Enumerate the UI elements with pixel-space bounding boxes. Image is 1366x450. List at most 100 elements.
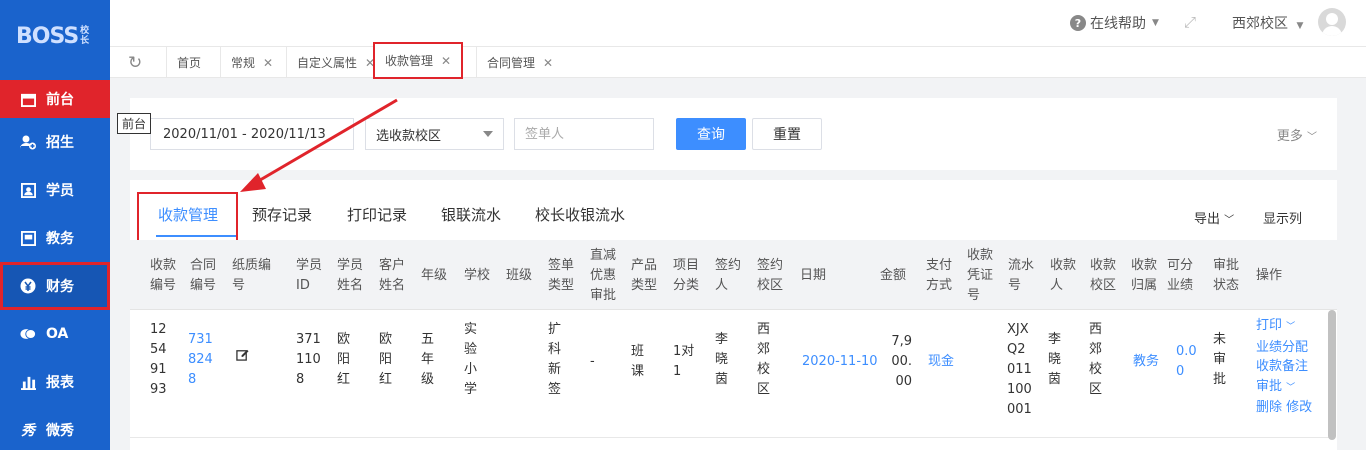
cell-student-name: 欧阳红 xyxy=(337,332,351,387)
cell-amount: 7,900.00 xyxy=(891,334,912,389)
close-icon[interactable]: ✕ xyxy=(543,56,553,70)
reset-button[interactable]: 重置 xyxy=(752,118,822,150)
cell-date[interactable]: 2020-11-10 xyxy=(802,352,878,372)
th-grade: 年级 xyxy=(421,268,448,283)
sidebar-item-students[interactable]: 学员 xyxy=(0,166,110,214)
export-button[interactable]: 导出 ﹀ xyxy=(1194,208,1234,227)
cell-actions: 打印 ﹀ 业绩分配 收款备注 审批 ﹀ 删除 修改 xyxy=(1256,316,1328,418)
avatar[interactable] xyxy=(1318,8,1346,36)
caret-down-icon: ▼ xyxy=(1296,21,1304,31)
th-date: 日期 xyxy=(800,268,827,283)
th-contract-no: 合同编号 xyxy=(190,258,217,293)
tab-principal-cash[interactable]: 校长收银流水 xyxy=(535,204,625,225)
cell-product-type: 班课 xyxy=(631,344,645,379)
sidebar-item-frontdesk[interactable]: 前台 xyxy=(0,80,110,118)
delete-action[interactable]: 删除 xyxy=(1256,400,1282,415)
sidebar-item-enroll[interactable]: 招生 xyxy=(0,118,110,166)
fullscreen-icon[interactable]: ⤢ xyxy=(1184,13,1196,31)
th-amount: 金额 xyxy=(880,268,907,283)
top-header: ? 在线帮助 ▼ ⤢ 西郊校区 ▼ xyxy=(110,0,1366,46)
signer-input[interactable] xyxy=(514,118,654,150)
query-button[interactable]: 查询 xyxy=(676,118,746,150)
main-panel: 收款管理 预存记录 打印记录 银联流水 校长收银流水 导出 ﹀ 显示列 收款编号… xyxy=(130,180,1337,450)
cell-discount-approval: - xyxy=(590,354,595,369)
caret-down-icon: ▼ xyxy=(1152,18,1159,28)
cell-customer-name: 欧阳红 xyxy=(379,332,393,387)
th-performance: 可分业绩 xyxy=(1167,258,1194,293)
sidebar: BOSS 校长 前台 招生 学员 教务 财务 OA 报表 秀 微秀 xyxy=(0,0,110,450)
more-filters[interactable]: 更多 ﹀ xyxy=(1277,125,1317,144)
date-range-picker[interactable]: 2020/11/01 - 2020/11/13 xyxy=(150,118,354,150)
page-tab-bar: ↻ 首页 常规 ✕ 自定义属性 ✕ 收款管理 ✕ 合同管理 ✕ xyxy=(110,42,1366,79)
edit-icon[interactable] xyxy=(236,348,249,368)
cell-receipt-no: 12549193 xyxy=(150,322,167,397)
th-student-id: 学员ID xyxy=(296,258,323,293)
tab-unionpay[interactable]: 银联流水 xyxy=(441,204,501,225)
table-scrollbar[interactable] xyxy=(1328,310,1336,440)
remark-action[interactable]: 收款备注 xyxy=(1256,357,1328,377)
cell-performance[interactable]: 0.00 xyxy=(1176,342,1198,382)
tab-receipts[interactable]: 收款管理 xyxy=(158,204,218,225)
campus-switcher[interactable]: 西郊校区 ▼ xyxy=(1232,13,1303,33)
page-tab-general[interactable]: 常规 ✕ xyxy=(220,47,283,78)
bar-chart-icon xyxy=(20,374,36,390)
sidebar-item-finance[interactable]: 财务 xyxy=(0,262,110,310)
print-action[interactable]: 打印 ﹀ xyxy=(1256,316,1328,338)
tab-print-records[interactable]: 打印记录 xyxy=(347,204,407,225)
close-icon[interactable]: ✕ xyxy=(263,56,273,70)
cell-student-id: 3711108 xyxy=(296,332,321,387)
show-columns-button[interactable]: 显示列 xyxy=(1263,208,1302,227)
xiu-icon: 秀 xyxy=(21,423,35,439)
th-discount-approval: 直减优惠审批 xyxy=(590,248,617,303)
active-tab-underline xyxy=(156,235,236,237)
cell-school: 实验小学 xyxy=(464,322,478,397)
th-customer-name: 客户姓名 xyxy=(379,258,406,293)
perf-split-action[interactable]: 业绩分配 xyxy=(1256,338,1328,358)
sidebar-item-oa[interactable]: OA xyxy=(0,310,110,358)
cell-signer: 李晓茵 xyxy=(715,332,729,387)
th-school: 学校 xyxy=(464,268,491,283)
th-student-name: 学员姓名 xyxy=(337,258,364,293)
th-serial-no: 流水号 xyxy=(1008,258,1035,293)
cell-contract-no[interactable]: 7318248 xyxy=(188,330,214,390)
th-sign-campus: 签约校区 xyxy=(757,258,784,293)
tab-prestore[interactable]: 预存记录 xyxy=(252,204,312,225)
help-link[interactable]: ? 在线帮助 ▼ xyxy=(1070,13,1159,33)
close-icon[interactable]: ✕ xyxy=(441,54,451,68)
cell-sign-type: 扩科新签 xyxy=(548,322,562,397)
sidebar-tooltip: 前台 xyxy=(117,113,152,134)
page-tab-receipts[interactable]: 收款管理 ✕ xyxy=(373,42,464,79)
chevron-down-icon: ﹀ xyxy=(1224,215,1235,226)
cell-belong[interactable]: 教务 xyxy=(1133,352,1159,372)
user-add-icon xyxy=(20,134,36,150)
th-product-type: 产品类型 xyxy=(631,258,658,293)
sidebar-item-academic[interactable]: 教务 xyxy=(0,214,110,262)
th-project-category: 项目分类 xyxy=(673,258,700,293)
th-sign-type: 签单类型 xyxy=(548,258,575,293)
sidebar-item-reports[interactable]: 报表 xyxy=(0,358,110,406)
sidebar-item-weixiu[interactable]: 秀 微秀 xyxy=(0,406,110,450)
book-icon xyxy=(20,230,36,246)
page-tab-contracts[interactable]: 合同管理 ✕ xyxy=(476,47,563,78)
cell-pay-method[interactable]: 现金 xyxy=(928,352,954,372)
th-actions: 操作 xyxy=(1256,268,1283,283)
cell-approval-status: 未审批 xyxy=(1213,332,1227,387)
calendar-icon xyxy=(20,91,36,107)
chat-icon xyxy=(20,326,36,342)
chevron-down-icon: ﹀ xyxy=(1307,132,1317,143)
yen-icon xyxy=(20,278,36,294)
cell-project-category: 1对1 xyxy=(673,344,695,379)
th-approval-status: 审批状态 xyxy=(1213,258,1240,293)
th-receiver: 收款人 xyxy=(1050,258,1077,293)
page-tab-home[interactable]: 首页 xyxy=(166,47,211,78)
campus-select[interactable]: 选收款校区 xyxy=(365,118,504,150)
approve-action[interactable]: 审批 ﹀ xyxy=(1256,377,1328,399)
th-class: 班级 xyxy=(506,268,533,283)
filter-panel: 2020/11/01 - 2020/11/13 选收款校区 查询 重置 更多 ﹀ xyxy=(130,98,1337,170)
page-tab-custom-attr[interactable]: 自定义属性 ✕ xyxy=(286,47,385,78)
caret-down-icon xyxy=(483,131,493,137)
cell-sign-campus: 西郊校区 xyxy=(757,322,771,397)
chevron-down-icon: ﹀ xyxy=(1286,382,1296,393)
refresh-icon[interactable]: ↻ xyxy=(128,53,142,73)
edit-action[interactable]: 修改 xyxy=(1286,400,1312,415)
